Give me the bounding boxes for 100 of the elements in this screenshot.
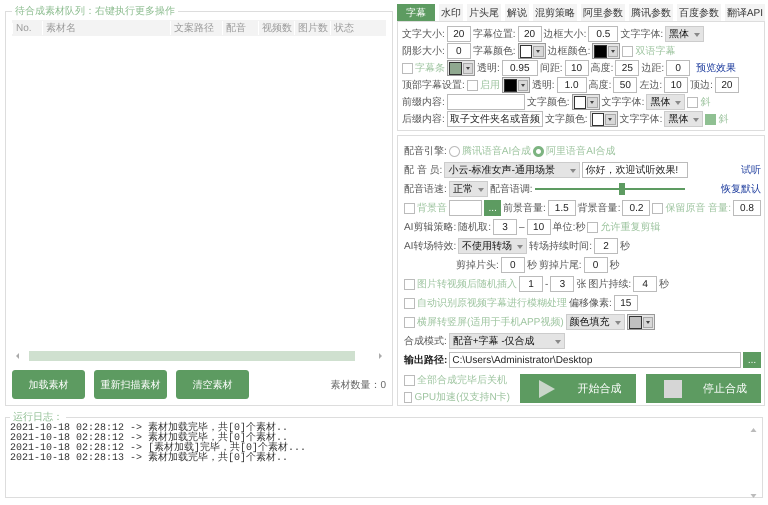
link[interactable]: 试听 <box>741 163 761 177</box>
field-label: 文字颜色: <box>526 96 570 109</box>
slider-thumb[interactable] <box>618 183 625 195</box>
field-label: 配音语调: <box>490 182 533 196</box>
field-label: 高度: <box>590 62 614 75</box>
text-field[interactable] <box>446 94 525 110</box>
field-label: 高度: <box>588 78 612 92</box>
tab[interactable]: 翻译API <box>724 4 765 21</box>
field-label: 秒 <box>610 258 620 272</box>
number-field[interactable]: 25 <box>615 60 640 76</box>
field-label: 字幕位置: <box>472 28 516 41</box>
number-field[interactable]: 20 <box>446 26 471 42</box>
field-label: 配 音 员: <box>404 164 442 177</box>
number-field[interactable]: 10 <box>526 219 551 235</box>
field-label: 阴影大小: <box>402 44 445 58</box>
group-title: 待合成素材队列：右键执行更多操作 <box>14 4 176 18</box>
field-label: 转场持续时间: <box>529 240 592 253</box>
number-field[interactable]: 0 <box>446 43 471 59</box>
dropdown[interactable]: 小云-标准女声-通用场景 <box>444 162 580 178</box>
text-field[interactable] <box>449 200 482 216</box>
tab[interactable]: 阿里参数 <box>580 4 625 21</box>
dropdown[interactable]: 不使用转场 <box>458 238 528 254</box>
stop-icon <box>664 380 682 398</box>
field-label: 随机取: <box>458 220 492 234</box>
tab[interactable]: 解说 <box>504 4 529 21</box>
color-picker[interactable] <box>518 43 546 59</box>
column-header: 配音 <box>222 21 258 35</box>
number-field[interactable]: 0.5 <box>588 26 618 42</box>
number-field[interactable]: 2 <box>594 238 618 254</box>
text-field[interactable]: C:\Users\Administrator\Desktop <box>449 352 741 368</box>
text-field[interactable]: 你好，欢迎试听效果! <box>582 162 688 178</box>
number-field[interactable]: 0 <box>584 257 608 273</box>
field-label: 秒 <box>620 240 630 253</box>
tab[interactable]: 混剪策略 <box>532 4 577 21</box>
field-label: 剪掉片尾: <box>538 258 582 272</box>
color-picker[interactable] <box>626 314 655 330</box>
number-field[interactable]: 0 <box>666 60 690 76</box>
color-picker[interactable] <box>572 94 600 110</box>
color-picker[interactable] <box>592 43 620 59</box>
field-label: 文字大小: <box>402 28 445 41</box>
tab[interactable]: 百度参数 <box>676 4 721 21</box>
vertical-scrollbar[interactable] <box>749 426 758 500</box>
number-field[interactable]: 10 <box>564 60 589 76</box>
count-label: 素材数量：0 <box>330 378 386 392</box>
number-field[interactable]: 0.8 <box>733 200 761 216</box>
dropdown[interactable]: 配音+字幕 -仅合成 <box>448 333 565 349</box>
column-header: 状态 <box>330 21 386 35</box>
field-label: 左边: <box>639 78 662 92</box>
color-picker[interactable] <box>590 111 618 127</box>
text-field[interactable]: 取子文件夹名或音频 <box>446 111 543 127</box>
number-field[interactable]: 20 <box>714 77 739 93</box>
dropdown[interactable]: 黑体 <box>665 26 704 42</box>
color-picker[interactable] <box>502 77 530 93</box>
dropdown[interactable]: 正常 <box>448 181 488 197</box>
tab[interactable]: 腾讯参数 <box>628 4 673 21</box>
field-label: 文字颜色: <box>544 112 588 126</box>
column-header: 素材名 <box>42 21 170 35</box>
field-label: 透明: <box>532 78 555 92</box>
field-label: 图片持续: <box>588 278 632 291</box>
number-field[interactable]: 15 <box>614 295 638 311</box>
field-label: 配音语速: <box>404 182 447 196</box>
number-field[interactable]: 10 <box>664 77 688 93</box>
slider-track[interactable] <box>534 182 685 196</box>
dropdown[interactable]: 黑体 <box>664 111 704 127</box>
number-field[interactable]: 1.5 <box>548 200 576 216</box>
column-header: 图片数 <box>294 21 330 35</box>
field-label: 字幕颜色: <box>472 44 516 58</box>
field-label: - <box>545 278 548 290</box>
field-label: AI剪辑策略: <box>404 220 456 234</box>
number-field[interactable]: 50 <box>613 77 638 93</box>
field-label: – <box>519 222 525 232</box>
color-picker[interactable] <box>447 60 475 76</box>
dropdown[interactable]: 颜色填充 <box>566 314 625 330</box>
field-label: 张 <box>576 278 586 291</box>
number-field[interactable]: 0 <box>500 257 525 273</box>
field-label: 秒 <box>526 258 537 272</box>
field-label: 边框颜色: <box>548 44 590 58</box>
number-field[interactable]: 0.2 <box>622 200 650 216</box>
dropdown[interactable]: 黑体 <box>646 94 686 110</box>
number-field[interactable]: 3 <box>493 219 518 235</box>
number-field[interactable]: 3 <box>550 276 574 292</box>
number-field[interactable]: 1.0 <box>556 77 587 93</box>
number-field[interactable]: 0.95 <box>502 60 538 76</box>
tab[interactable]: 水印 <box>438 4 463 21</box>
link[interactable]: 恢复默认 <box>721 182 761 196</box>
number-field[interactable]: 1 <box>519 276 543 292</box>
number-field[interactable]: 20 <box>518 26 542 42</box>
tab[interactable]: 片头尾 <box>466 4 501 21</box>
field-label: 边距: <box>641 62 664 75</box>
number-field[interactable]: 4 <box>633 276 658 292</box>
link[interactable]: 预览效果 <box>696 61 736 75</box>
play-icon <box>538 378 556 398</box>
group-title: 运行日志： <box>12 410 64 423</box>
field-label: 透明: <box>477 62 500 75</box>
field-label: 前景音量: <box>502 202 546 215</box>
field-label: 文字字体: <box>620 112 662 126</box>
field-label: 输出路径: <box>404 354 448 367</box>
field-label: 单位:秒 <box>552 220 586 234</box>
field-label: 后缀内容: <box>402 112 445 126</box>
field-label: 剪掉片头: <box>456 258 499 272</box>
